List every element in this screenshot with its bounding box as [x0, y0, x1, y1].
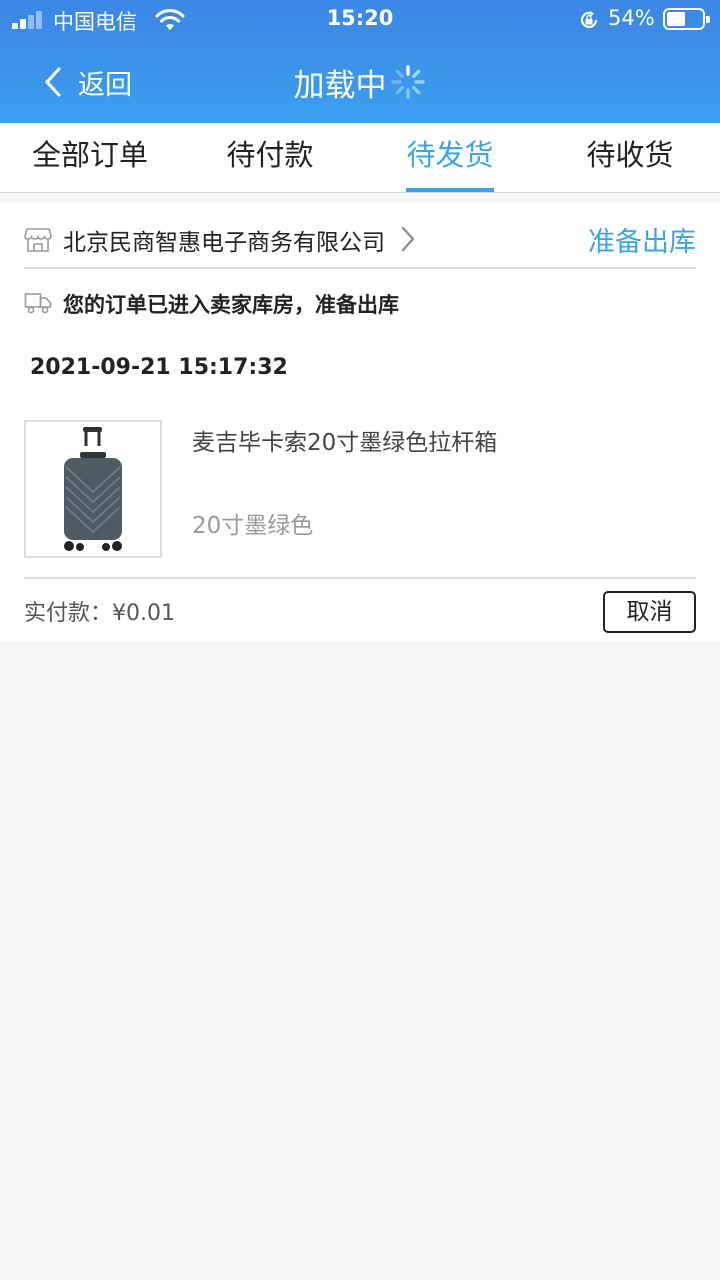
order-datetime: 2021-09-21 15:17:32 [30, 355, 288, 380]
store-icon [24, 228, 52, 252]
tab-label: 全部订单 [31, 138, 148, 172]
product-spec: 20寸墨绿色 [192, 513, 314, 539]
page-title-text: 加载中 [293, 67, 387, 104]
order-status: 准备出库 [588, 227, 696, 258]
battery-icon [663, 8, 710, 30]
product-thumbnail[interactable] [24, 420, 162, 558]
tab-pending-payment[interactable]: 待付款 [180, 123, 360, 192]
status-bar: 中国电信 15:20 54% [0, 0, 720, 40]
header: 中国电信 15:20 54% 返回 加载中 [0, 0, 720, 123]
tab-pending-shipment[interactable]: 待发货 [360, 123, 540, 192]
order-tabs: 全部订单 待付款 待发货 待收货 [0, 123, 720, 193]
paid-amount: 实付款：¥0.01 [24, 601, 175, 626]
cancel-button[interactable]: 取消 [603, 591, 696, 633]
battery-percent: 54% [608, 6, 655, 30]
chevron-right-icon [401, 226, 415, 252]
active-tab-indicator [406, 188, 494, 192]
tab-label: 待发货 [406, 138, 494, 172]
order-card: 北京民商智惠电子商务有限公司 准备出库 您的订单已进入卖家库房，准备出库 202… [0, 203, 720, 641]
shipping-message: 您的订单已进入卖家库房，准备出库 [63, 293, 399, 317]
truck-icon [24, 293, 52, 314]
loading-spinner-icon [390, 65, 425, 99]
suitcase-image [64, 427, 122, 551]
tab-label: 待付款 [226, 138, 314, 172]
page-title: 加载中 [0, 60, 720, 104]
tab-pending-receipt[interactable]: 待收货 [540, 123, 720, 192]
tab-all-orders[interactable]: 全部订单 [0, 123, 180, 192]
product-name[interactable]: 麦吉毕卡索20寸墨绿色拉杆箱 [192, 423, 497, 457]
shop-row[interactable]: 北京民商智惠电子商务有限公司 准备出库 [24, 217, 696, 269]
tab-label: 待收货 [586, 138, 674, 172]
rotation-lock-icon [580, 11, 598, 29]
shop-name: 北京民商智惠电子商务有限公司 [63, 230, 385, 256]
divider [24, 577, 696, 579]
